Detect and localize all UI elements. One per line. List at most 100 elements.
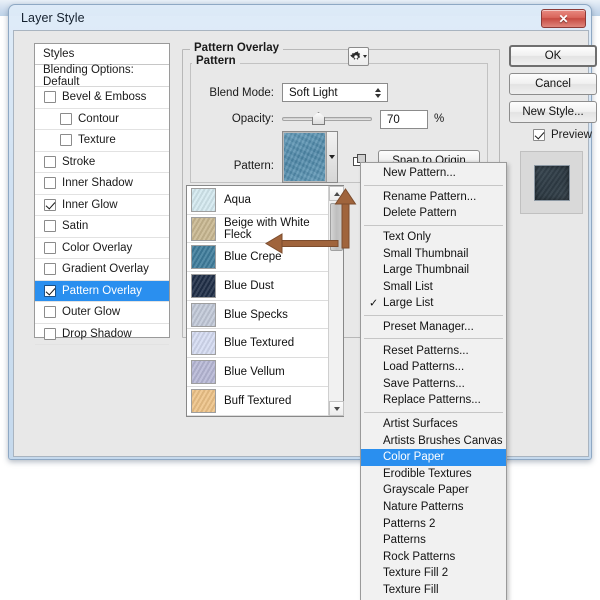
pattern-swatch-thumbnail — [283, 132, 326, 182]
style-row-label: Texture — [78, 134, 116, 146]
menu-item-color-paper[interactable]: Color Paper — [361, 449, 506, 466]
pattern-name-label: Blue Specks — [224, 309, 288, 321]
menu-item-reset-patterns[interactable]: Reset Patterns... — [361, 342, 506, 359]
menu-item-small-list[interactable]: Small List — [361, 279, 506, 296]
pattern-list-item[interactable]: Aqua — [187, 186, 329, 215]
cancel-button[interactable]: Cancel — [509, 73, 597, 95]
scroll-up-arrow-icon[interactable] — [329, 186, 344, 201]
style-checkbox[interactable] — [44, 285, 56, 297]
pattern-list-item[interactable]: Blue Dust — [187, 272, 329, 301]
pattern-swatch — [191, 217, 216, 241]
pattern-list-item[interactable]: Blue Crepe — [187, 243, 329, 272]
opacity-slider-track[interactable] — [282, 117, 372, 121]
menu-item-label: Replace Patterns... — [383, 394, 481, 406]
menu-item-delete-pattern[interactable]: Delete Pattern — [361, 205, 506, 222]
menu-separator — [364, 338, 503, 339]
menu-item-texture-fill-2[interactable]: Texture Fill 2 — [361, 565, 506, 582]
style-row-texture[interactable]: Texture — [35, 130, 169, 152]
style-row-inner-glow[interactable]: Inner Glow — [35, 195, 169, 217]
style-row-drop-shadow[interactable]: Drop Shadow — [35, 324, 169, 346]
pattern-swatch — [191, 188, 216, 212]
style-row-outer-glow[interactable]: Outer Glow — [35, 302, 169, 324]
menu-item-text-only[interactable]: Text Only — [361, 229, 506, 246]
menu-item-small-thumbnail[interactable]: Small Thumbnail — [361, 245, 506, 262]
menu-item-replace-patterns[interactable]: Replace Patterns... — [361, 392, 506, 409]
style-row-label: Inner Glow — [62, 199, 118, 211]
pattern-overlay-title: Pattern Overlay — [190, 42, 283, 54]
menu-item-patterns-2[interactable]: Patterns 2 — [361, 515, 506, 532]
menu-item-label: Color Paper — [383, 451, 444, 463]
menu-item-label: Save Patterns... — [383, 378, 465, 390]
menu-item-large-list[interactable]: ✓Large List — [361, 295, 506, 312]
style-checkbox[interactable] — [44, 177, 56, 189]
style-row-stroke[interactable]: Stroke — [35, 152, 169, 174]
style-checkbox[interactable] — [44, 306, 56, 318]
close-button[interactable]: ✕ — [541, 9, 586, 28]
pattern-subgroup-title: Pattern — [192, 55, 240, 67]
pattern-swatch — [191, 331, 216, 355]
pattern-list-item[interactable]: Buff Textured — [187, 387, 329, 416]
style-row-satin[interactable]: Satin — [35, 216, 169, 238]
ok-label: OK — [545, 50, 562, 62]
style-checkbox[interactable] — [44, 156, 56, 168]
preview-checkbox[interactable] — [533, 129, 545, 141]
ok-button[interactable]: OK — [509, 45, 597, 67]
menu-item-label: Patterns — [383, 534, 426, 546]
style-checkbox[interactable] — [60, 113, 72, 125]
pattern-picker-menu-button[interactable] — [348, 47, 369, 66]
style-checkbox[interactable] — [44, 220, 56, 232]
style-checkbox[interactable] — [44, 199, 56, 211]
menu-item-preset-manager[interactable]: Preset Manager... — [361, 319, 506, 336]
style-row-bevel-emboss[interactable]: Bevel & Emboss — [35, 87, 169, 109]
new-style-button[interactable]: New Style... — [509, 101, 597, 123]
style-checkbox[interactable] — [44, 91, 56, 103]
menu-item-erodible-textures[interactable]: Erodible Textures — [361, 466, 506, 483]
style-row-color-overlay[interactable]: Color Overlay — [35, 238, 169, 260]
blend-mode-select[interactable]: Soft Light — [282, 83, 388, 102]
style-row-inner-shadow[interactable]: Inner Shadow — [35, 173, 169, 195]
pattern-picker-scrollbar[interactable] — [328, 186, 343, 416]
menu-item-patterns[interactable]: Patterns — [361, 532, 506, 549]
opacity-input[interactable]: 70 — [380, 110, 428, 129]
pattern-list-item[interactable]: Blue Textured — [187, 329, 329, 358]
menu-item-save-patterns[interactable]: Save Patterns... — [361, 376, 506, 393]
pattern-swatch-picker[interactable] — [282, 131, 338, 183]
chevron-down-icon — [363, 55, 367, 58]
style-row-label: Bevel & Emboss — [62, 91, 146, 103]
menu-item-label: Rename Pattern... — [383, 191, 476, 203]
style-checkbox[interactable] — [44, 242, 56, 254]
menu-item-grayscale-paper[interactable]: Grayscale Paper — [361, 482, 506, 499]
style-checkbox[interactable] — [60, 134, 72, 146]
menu-item-artist-surfaces[interactable]: Artist Surfaces — [361, 416, 506, 433]
blend-mode-value: Soft Light — [289, 87, 338, 99]
menu-item-rock-patterns[interactable]: Rock Patterns — [361, 548, 506, 565]
menu-item-label: Nature Patterns — [383, 501, 464, 513]
scrollbar-thumb[interactable] — [330, 203, 343, 251]
pattern-list-item[interactable]: Blue Specks — [187, 301, 329, 330]
menu-item-label: Text Only — [383, 231, 431, 243]
style-checkbox[interactable] — [44, 328, 56, 340]
preview-checkbox-row[interactable]: Preview — [517, 129, 592, 141]
menu-item-large-thumbnail[interactable]: Large Thumbnail — [361, 262, 506, 279]
menu-item-load-patterns[interactable]: Load Patterns... — [361, 359, 506, 376]
style-row-gradient-overlay[interactable]: Gradient Overlay — [35, 259, 169, 281]
style-checkbox[interactable] — [44, 263, 56, 275]
style-row-label: Drop Shadow — [62, 328, 132, 340]
style-row-pattern-overlay[interactable]: Pattern Overlay — [35, 281, 169, 303]
menu-item-texture-fill[interactable]: Texture Fill — [361, 582, 506, 599]
pattern-swatch — [191, 245, 216, 269]
menu-item-artists-brushes-canvas[interactable]: Artists Brushes Canvas — [361, 432, 506, 449]
scroll-down-arrow-icon[interactable] — [329, 401, 344, 416]
style-row-label: Color Overlay — [62, 242, 132, 254]
blending-options-row[interactable]: Blending Options: Default — [35, 65, 169, 87]
menu-separator — [364, 225, 503, 226]
pattern-dropdown-arrow[interactable] — [326, 132, 337, 182]
style-row-contour[interactable]: Contour — [35, 109, 169, 131]
pattern-list-item[interactable]: Blue Vellum — [187, 358, 329, 387]
page-title: Layer Style — [21, 11, 85, 25]
menu-item-rename-pattern[interactable]: Rename Pattern... — [361, 189, 506, 206]
pattern-name-label: Blue Textured — [224, 337, 294, 349]
pattern-list-item[interactable]: Beige with White Fleck — [187, 215, 329, 244]
menu-item-nature-patterns[interactable]: Nature Patterns — [361, 499, 506, 516]
menu-item-new-pattern[interactable]: New Pattern... — [361, 165, 506, 182]
